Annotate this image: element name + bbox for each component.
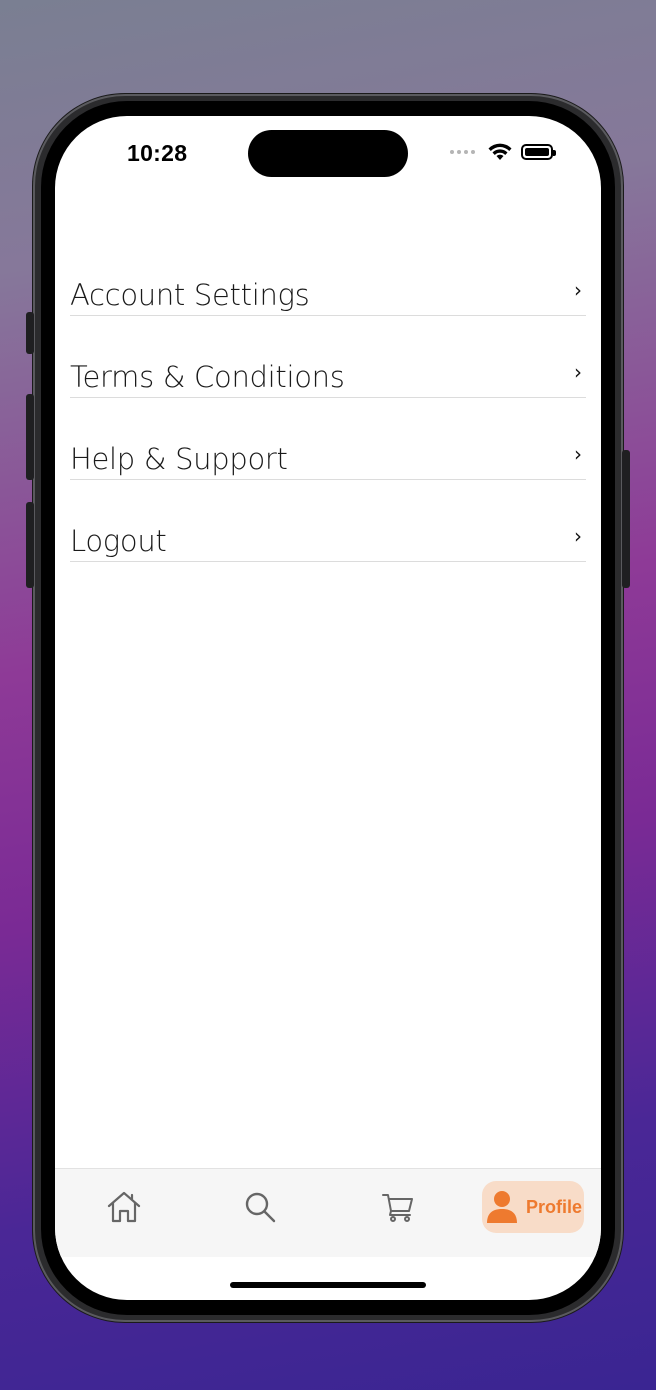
dynamic-island <box>248 130 408 177</box>
person-icon <box>487 1191 517 1223</box>
menu-item-logout[interactable]: Logout › <box>70 480 586 562</box>
chevron-right-icon: › <box>574 278 582 302</box>
status-time: 10:28 <box>127 140 188 166</box>
chevron-right-icon: › <box>574 360 582 384</box>
menu-item-label: Logout <box>70 524 167 558</box>
chevron-right-icon: › <box>574 524 582 548</box>
settings-menu: Account Settings › Terms & Conditions › … <box>70 234 586 562</box>
chevron-right-icon: › <box>574 442 582 466</box>
action-button <box>26 312 34 354</box>
power-button <box>622 450 630 588</box>
tab-cart[interactable] <box>373 1181 423 1233</box>
home-indicator[interactable] <box>230 1282 426 1288</box>
tab-bar: Profile <box>55 1168 601 1257</box>
cellular-signal-icon <box>450 150 475 154</box>
volume-down-button <box>26 502 34 588</box>
home-icon <box>107 1191 141 1223</box>
battery-icon <box>521 144 556 160</box>
menu-item-terms-conditions[interactable]: Terms & Conditions › <box>70 316 586 398</box>
divider <box>70 561 586 562</box>
screen: 10:28 Account Settings › Terms & Conditi… <box>55 116 601 1300</box>
volume-up-button <box>26 394 34 480</box>
menu-item-help-support[interactable]: Help & Support › <box>70 398 586 480</box>
tab-home[interactable] <box>99 1181 149 1233</box>
cart-icon <box>382 1194 413 1222</box>
tab-profile-label: Profile <box>526 1196 583 1217</box>
menu-item-label: Account Settings <box>70 278 310 312</box>
status-indicators <box>450 142 556 162</box>
menu-item-label: Terms & Conditions <box>70 360 345 394</box>
tab-profile[interactable]: Profile <box>482 1181 584 1233</box>
wifi-icon <box>488 143 512 160</box>
search-icon <box>245 1192 276 1223</box>
menu-item-account-settings[interactable]: Account Settings › <box>70 234 586 316</box>
tab-search[interactable] <box>235 1181 285 1233</box>
menu-item-label: Help & Support <box>70 442 288 476</box>
